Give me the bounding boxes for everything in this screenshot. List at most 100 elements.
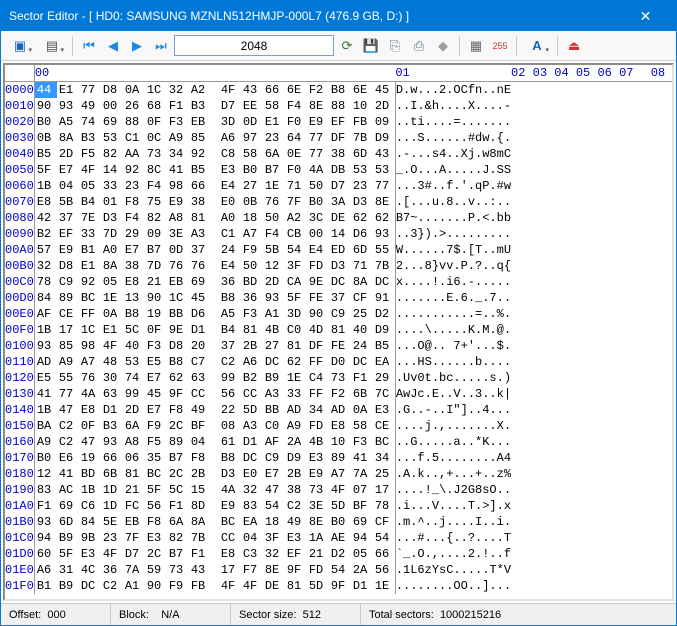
print-button[interactable]: ⎙	[408, 35, 430, 57]
ascii-cell[interactable]: .Uv0t.bc.....s.)	[395, 370, 511, 386]
ascii-cell[interactable]: AwJc.E..V..3..k|	[395, 386, 511, 402]
hex-row[interactable]: 0170B0E619660635B7F8B8DCC9D9E3894134...f…	[5, 450, 674, 466]
hex-row[interactable]: 000044E177D80A1C32A24F43666EF2B86E45D.w.…	[5, 82, 674, 99]
hex-bytes[interactable]: B2EF337D29093EA3C1A7F4CB0014D693	[34, 226, 395, 242]
char-button[interactable]: 255	[489, 35, 511, 57]
ascii-cell[interactable]: .i...V....T.>].x	[395, 498, 511, 514]
ascii-cell[interactable]: ....j.,.......X.	[395, 418, 511, 434]
hex-row[interactable]: 01C094B99B237FE3827BCC043FE31AAE9454...#…	[5, 530, 674, 546]
hex-bytes[interactable]: 9385984F40F3D820372B2781DFFE24B5	[34, 338, 395, 354]
hex-row[interactable]: 0010909349002668F1B3D7EE58F48E88102D..I.…	[5, 98, 674, 114]
refresh-button[interactable]: ⟳	[336, 35, 358, 57]
last-button[interactable]: ⏭	[150, 35, 172, 57]
ascii-cell[interactable]: ...S......#dw.{.	[395, 130, 511, 146]
hex-bytes[interactable]: 42377ED3F482A881A01850A23CDE6262	[34, 210, 395, 226]
ascii-cell[interactable]: ...HS......b....	[395, 354, 511, 370]
ascii-cell[interactable]: .m.^..j....I..i.	[395, 514, 511, 530]
ascii-cell[interactable]: ..ti....=.......	[395, 114, 511, 130]
ascii-cell[interactable]: ..G.....a..*K...	[395, 434, 511, 450]
calc-button[interactable]: ▦	[465, 35, 487, 57]
ascii-cell[interactable]: .1L6zYsC.....T*V	[395, 562, 511, 578]
first-button[interactable]: ⏮	[78, 35, 100, 57]
ascii-cell[interactable]: _.O...A.....J.SS	[395, 162, 511, 178]
sector-input[interactable]	[174, 35, 334, 56]
hex-row[interactable]: 00601B04053323F49866E4271E7150D72377...3…	[5, 178, 674, 194]
hex-bytes[interactable]: B0A57469880FF3EB3D0DE1F0E9EFFB09	[34, 114, 395, 130]
hex-row[interactable]: 01B0936D845EEBF86A8ABCEA18498EB069CF.m.^…	[5, 514, 674, 530]
hex-bytes[interactable]: 78C99205E821EB6936BD2DCA9EDC8ADC	[34, 274, 395, 290]
ascii-cell[interactable]: .G..-..I"]..4...	[395, 402, 511, 418]
copy-button[interactable]: ⎘	[384, 35, 406, 57]
hex-row[interactable]: 01F0B1B9DCC2A190F9FB4F4FDE815D9FD11E....…	[5, 578, 674, 594]
hex-bytes[interactable]: 57E9B1A0E7B70D3724F95B54E4ED6D55	[34, 242, 395, 258]
ascii-cell[interactable]: ...3#..f.'.qP.#w	[395, 178, 511, 194]
hex-bytes[interactable]: 44E177D80A1C32A24F43666EF2B86E45	[34, 82, 395, 99]
ascii-cell[interactable]: ...f.5........A4	[395, 450, 511, 466]
hex-row[interactable]: 00B032D8E18A387D7676E450123FFDD3717B2...…	[5, 258, 674, 274]
open-dropdown[interactable]: ▣	[5, 35, 35, 57]
hex-row[interactable]: 0120E555763074E7626399B2B91EC473F129.Uv0…	[5, 370, 674, 386]
exit-button[interactable]: ⏏	[563, 35, 585, 57]
ascii-cell[interactable]: ...O@.. 7+'...$.	[395, 338, 511, 354]
hex-row[interactable]: 019083AC1B1D215F5C154A324738734F0717....…	[5, 482, 674, 498]
hex-bytes[interactable]: E555763074E7626399B2B91EC473F129	[34, 370, 395, 386]
hex-view[interactable]: 00 01 02 03 04 05 06 07 08 09 0A 0B 0C 0…	[3, 63, 674, 601]
hex-row[interactable]: 00A057E9B1A0E7B70D3724F95B54E4ED6D55W...…	[5, 242, 674, 258]
hex-row[interactable]: 01A0F169C61DFC56F18DE98354C23E5DBF78.i..…	[5, 498, 674, 514]
font-dropdown[interactable]: A	[522, 35, 552, 57]
ascii-cell[interactable]: x....!.i6.-.....	[395, 274, 511, 290]
ascii-cell[interactable]: ..I.&h....X....-	[395, 98, 511, 114]
hex-bytes[interactable]: 32D8E18A387D7676E450123FFDD3717B	[34, 258, 395, 274]
ascii-cell[interactable]: .......E.6._.7..	[395, 290, 511, 306]
hex-row[interactable]: 00300B8AB353C10CA985A697236477DF7BD9...S…	[5, 130, 674, 146]
hex-row[interactable]: 0110ADA9A74853E5B8C7C2A6DC62FFD0DCEA...H…	[5, 354, 674, 370]
hex-bytes[interactable]: A6314C367A59734317F78E9FFD542A56	[34, 562, 395, 578]
hex-bytes[interactable]: 1B04053323F49866E4271E7150D72377	[34, 178, 395, 194]
hex-bytes[interactable]: B0E619660635B7F8B8DCC9D9E3894134	[34, 450, 395, 466]
hex-bytes[interactable]: E85BB401F875E938E00B767FB03AD38E	[34, 194, 395, 210]
ascii-cell[interactable]: `_.O.,....2.!..f	[395, 546, 511, 562]
hex-bytes[interactable]: 5FE74F14928C41B5E3B0B7F04ADB5353	[34, 162, 395, 178]
ascii-cell[interactable]: .[...u.8..v..:..	[395, 194, 511, 210]
ascii-cell[interactable]: .-...s4..Xj.w8mC	[395, 146, 511, 162]
hex-row[interactable]: 01D0605FE34FD72CB7F1E8C332EF21D20566`_.O…	[5, 546, 674, 562]
hex-bytes[interactable]: 8489BC1E13901C45B836935FFE37CF91	[34, 290, 395, 306]
ascii-cell[interactable]: ....\.....K.M.@.	[395, 322, 511, 338]
hex-row[interactable]: 008042377ED3F482A881A01850A23CDE6262B7~.…	[5, 210, 674, 226]
hex-row[interactable]: 01401B47E8D12DE7F849225DBBAD34AD0AE3.G..…	[5, 402, 674, 418]
hex-row[interactable]: 0070E85BB401F875E938E00B767FB03AD38E.[..…	[5, 194, 674, 210]
hex-row[interactable]: 00505FE74F14928C41B5E3B0B7F04ADB5353_.O.…	[5, 162, 674, 178]
next-button[interactable]: ▶	[126, 35, 148, 57]
ascii-cell[interactable]: ..3}).>.........	[395, 226, 511, 242]
hex-bytes[interactable]: BAC20FB36AF92CBF08A3C0A9FDE858CE	[34, 418, 395, 434]
ascii-cell[interactable]: ....!_\.J2G8sO..	[395, 482, 511, 498]
hex-bytes[interactable]: 1241BD6B81BC2C2BD3E0E72BE9A77A25	[34, 466, 395, 482]
hex-bytes[interactable]: 0B8AB353C10CA985A697236477DF7BD9	[34, 130, 395, 146]
fill-button[interactable]: ◆	[432, 35, 454, 57]
hex-row[interactable]: 00D08489BC1E13901C45B836935FFE37CF91....…	[5, 290, 674, 306]
hex-bytes[interactable]: B1B9DCC2A190F9FB4F4FDE815D9FD11E	[34, 578, 395, 594]
hex-bytes[interactable]: B52DF582AA733492C8586A0E77386D43	[34, 146, 395, 162]
hex-row[interactable]: 01009385984F40F3D820372B2781DFFE24B5...O…	[5, 338, 674, 354]
hex-row[interactable]: 01E0A6314C367A59734317F78E9FFD542A56.1L6…	[5, 562, 674, 578]
hex-bytes[interactable]: 605FE34FD72CB7F1E8C332EF21D20566	[34, 546, 395, 562]
hex-row[interactable]: 0040B52DF582AA733492C8586A0E77386D43.-..…	[5, 146, 674, 162]
hex-bytes[interactable]: 41774A6399459FCC56CCA333FFF26B7C	[34, 386, 395, 402]
hex-bytes[interactable]: 1B171CE15C0F9ED1B4814BC04D8140D9	[34, 322, 395, 338]
ascii-cell[interactable]: D.w...2.OCfn..nE	[395, 82, 511, 99]
view-dropdown[interactable]: ▤	[37, 35, 67, 57]
ascii-cell[interactable]: W......7$.[T..mU	[395, 242, 511, 258]
hex-bytes[interactable]: AFCEFF0AB819BBD6A5F3A13D90C925D2	[34, 306, 395, 322]
hex-bytes[interactable]: 1B47E8D12DE7F849225DBBAD34AD0AE3	[34, 402, 395, 418]
hex-row[interactable]: 00C078C99205E821EB6936BD2DCA9EDC8ADCx...…	[5, 274, 674, 290]
hex-bytes[interactable]: 936D845EEBF86A8ABCEA18498EB069CF	[34, 514, 395, 530]
ascii-cell[interactable]: ...........=..%.	[395, 306, 511, 322]
hex-row[interactable]: 00F01B171CE15C0F9ED1B4814BC04D8140D9....…	[5, 322, 674, 338]
hex-row[interactable]: 0090B2EF337D29093EA3C1A7F4CB0014D693..3}…	[5, 226, 674, 242]
close-button[interactable]: ✕	[623, 1, 668, 31]
hex-row[interactable]: 0160A9C24793A8F5890461D1AF2A4B10F3BC..G.…	[5, 434, 674, 450]
save-button[interactable]: 💾	[360, 35, 382, 57]
hex-row[interactable]: 013041774A6399459FCC56CCA333FFF26B7CAwJc…	[5, 386, 674, 402]
hex-bytes[interactable]: F169C61DFC56F18DE98354C23E5DBF78	[34, 498, 395, 514]
hex-row[interactable]: 01801241BD6B81BC2C2BD3E0E72BE9A77A25.A.k…	[5, 466, 674, 482]
